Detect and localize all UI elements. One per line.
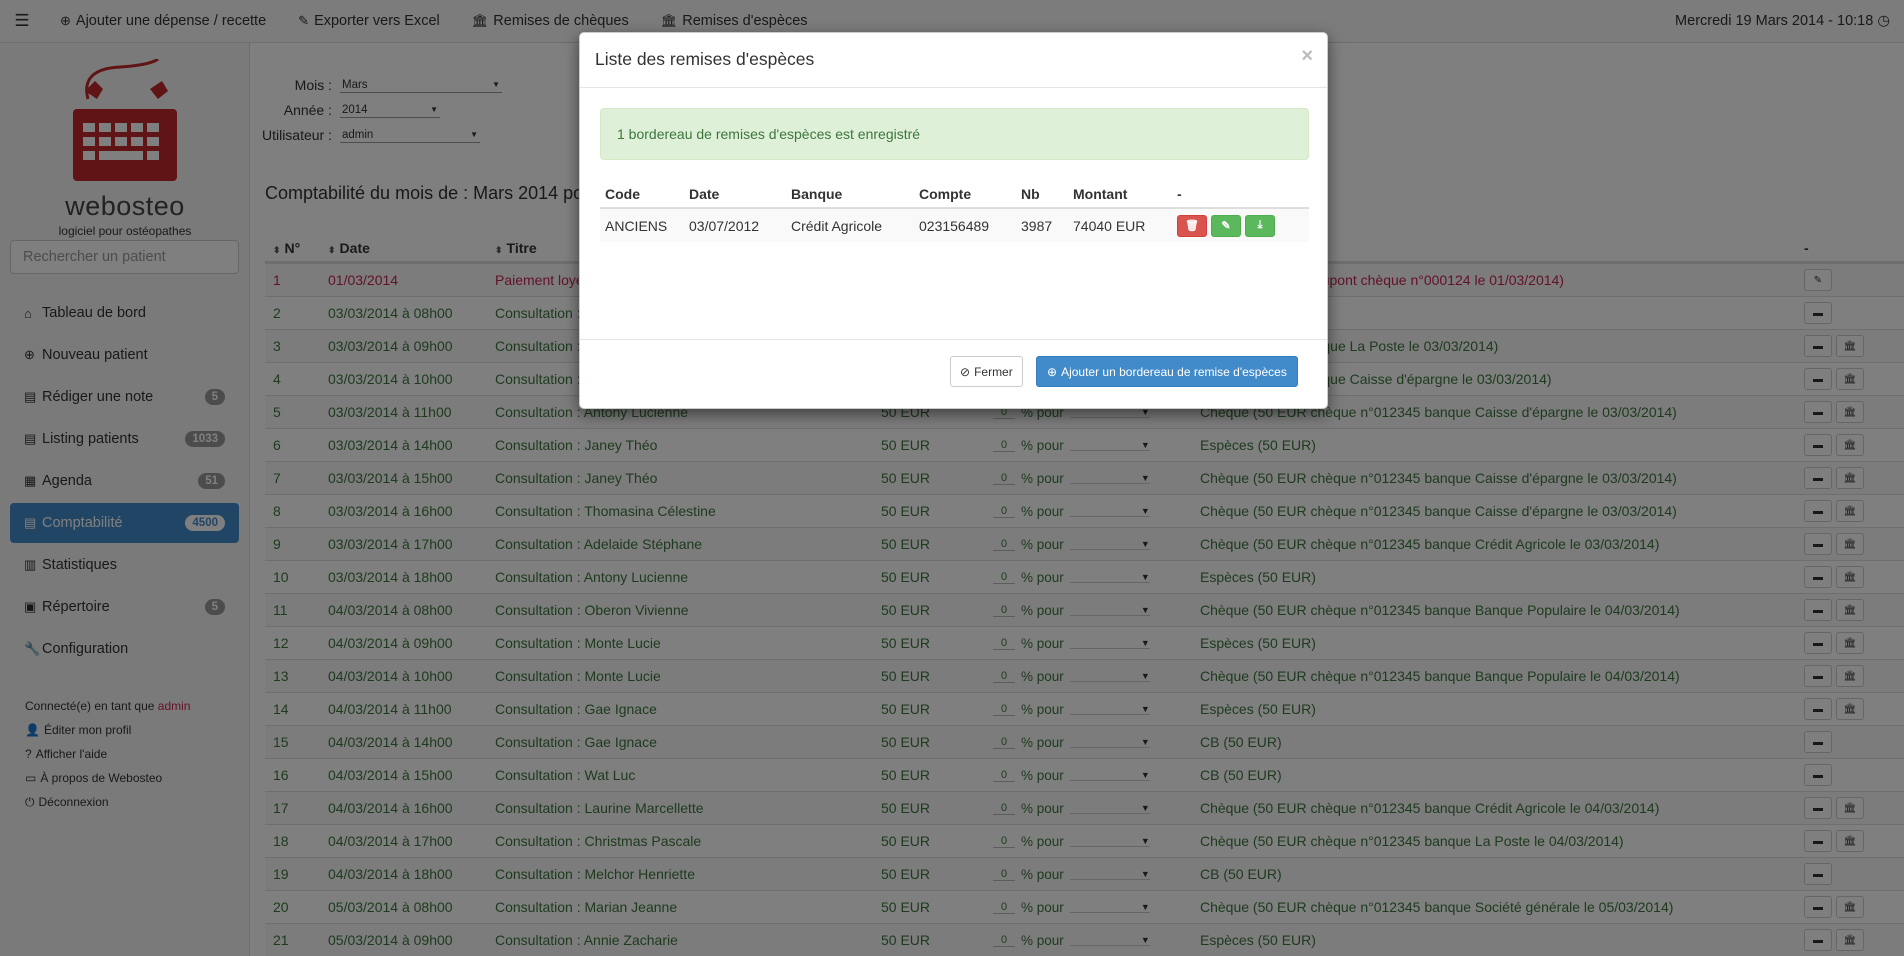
delete-deposit-button[interactable]: 🗑 (1177, 214, 1207, 237)
cash-deposits-modal: Liste des remises d'espèces × 1 borderea… (579, 32, 1328, 409)
table-row: ANCIENS 03/07/2012 Crédit Agricole 02315… (600, 209, 1309, 242)
deposits-table-header: Code Date Banque Compte Nb Montant - (600, 181, 1309, 209)
modal-title: Liste des remises d'espèces (595, 49, 815, 69)
edit-deposit-button[interactable]: ✎ (1211, 214, 1241, 237)
add-cash-deposit-button[interactable]: ⊕ Ajouter un bordereau de remise d'espèce… (1036, 356, 1298, 387)
trash-icon: 🗑 (1185, 220, 1199, 232)
success-alert: 1 bordereau de remises d'espèces est enr… (600, 108, 1309, 160)
download-icon: ⤓ (1257, 219, 1263, 231)
plus-circle-icon: ⊕ (1047, 364, 1058, 379)
modal-footer: ⊘ Fermer ⊕ Ajouter un bordereau de remise … (580, 339, 1327, 409)
close-modal-button[interactable]: ⊘ Fermer (950, 356, 1023, 387)
close-icon[interactable]: × (1301, 45, 1313, 68)
ban-icon: ⊘ (960, 364, 971, 379)
edit-icon: ✎ (1221, 220, 1231, 232)
deposits-table: Code Date Banque Compte Nb Montant - ANC… (600, 181, 1309, 242)
modal-header: Liste des remises d'espèces × (580, 33, 1327, 88)
download-deposit-button[interactable]: ⤓ (1245, 214, 1275, 237)
